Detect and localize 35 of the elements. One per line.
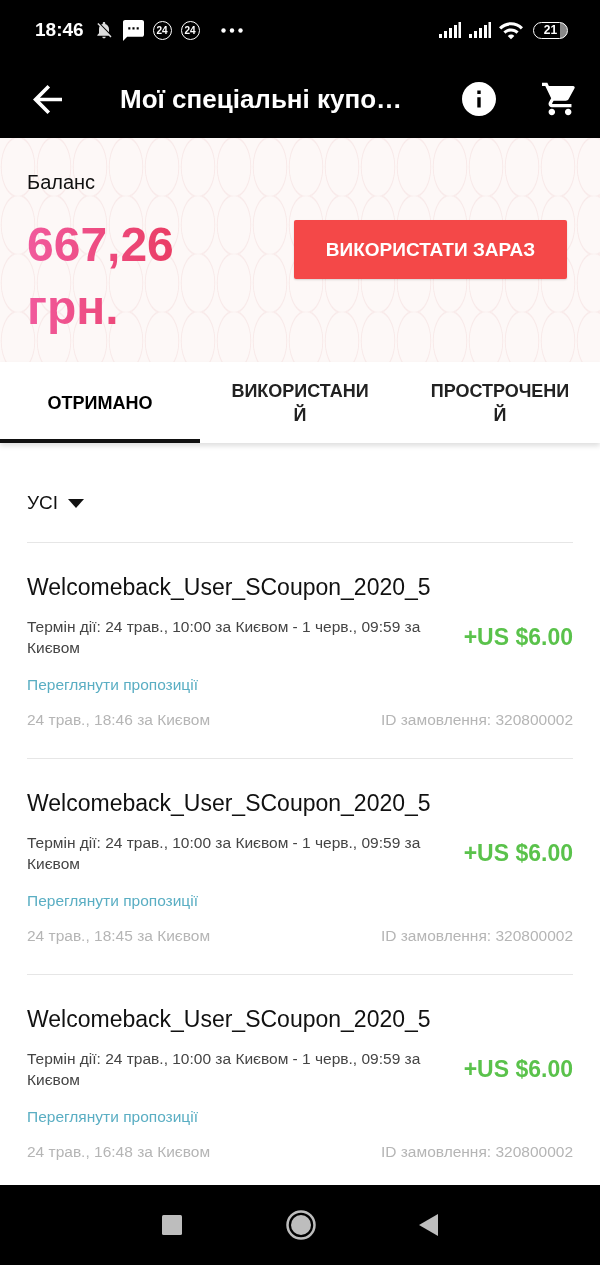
wifi-icon	[499, 20, 523, 40]
caret-down-icon	[68, 498, 85, 508]
battery-indicator: 21	[533, 21, 568, 39]
use-now-button[interactable]: ВИКОРИСТАТИ ЗАРАЗ	[294, 220, 567, 279]
home-circle-icon[interactable]	[286, 1210, 316, 1240]
signal-icon	[469, 22, 491, 38]
coupon-amount: +US $6.00	[463, 623, 573, 651]
back-arrow-icon[interactable]	[33, 84, 62, 114]
coupon-received-date: 24 трав., 18:45 за Києвом	[27, 926, 211, 946]
coupon-amount: +US $6.00	[463, 839, 573, 867]
coupon-validity: Термін дії: 24 трав., 10:00 за Києвом - 1 черв., 09:59 за Києвом	[27, 617, 422, 658]
signal-icon	[439, 22, 461, 38]
back-triangle-icon[interactable]	[419, 1214, 438, 1236]
coupon-validity: Термін дії: 24 трав., 10:00 за Києвом - 1 черв., 09:59 за Києвом	[27, 1049, 422, 1090]
coupon-validity: Термін дії: 24 трав., 10:00 за Києвом - 1 черв., 09:59 за Києвом	[27, 833, 422, 874]
coupon-title: Welcomeback_User_SCoupon_2020_5	[27, 1006, 432, 1032]
coupon-title: Welcomeback_User_SCoupon_2020_5	[27, 574, 432, 600]
tab[interactable]: ВИКОРИСТАНИЙ	[200, 362, 400, 443]
order-id: ID замовлення: 320800002	[380, 926, 573, 946]
balance-label: Баланс	[27, 170, 97, 194]
cart-icon[interactable]	[542, 81, 578, 117]
tab[interactable]: ПРОСТРОЧЕНИЙ	[400, 362, 600, 443]
coupon-title: Welcomeback_User_SCoupon_2020_5	[27, 790, 432, 816]
filter-dropdown[interactable]: УСІ	[27, 491, 85, 515]
tab[interactable]: ОТРИМАНО	[0, 362, 200, 443]
message-icon	[122, 19, 144, 41]
info-icon[interactable]	[462, 82, 496, 116]
coupon-received-date: 24 трав., 16:48 за Києвом	[27, 1142, 211, 1162]
order-id: ID замовлення: 320800002	[380, 1142, 573, 1162]
coupon-amount: +US $6.00	[463, 1055, 573, 1083]
coupon-received-date: 24 трав., 18:46 за Києвом	[27, 710, 211, 730]
more-dots-icon	[220, 27, 243, 33]
app-bar-title: Мої спеціальні купо…	[120, 83, 403, 115]
order-id: ID замовлення: 320800002	[380, 710, 573, 730]
status-time: 18:46	[35, 19, 84, 41]
